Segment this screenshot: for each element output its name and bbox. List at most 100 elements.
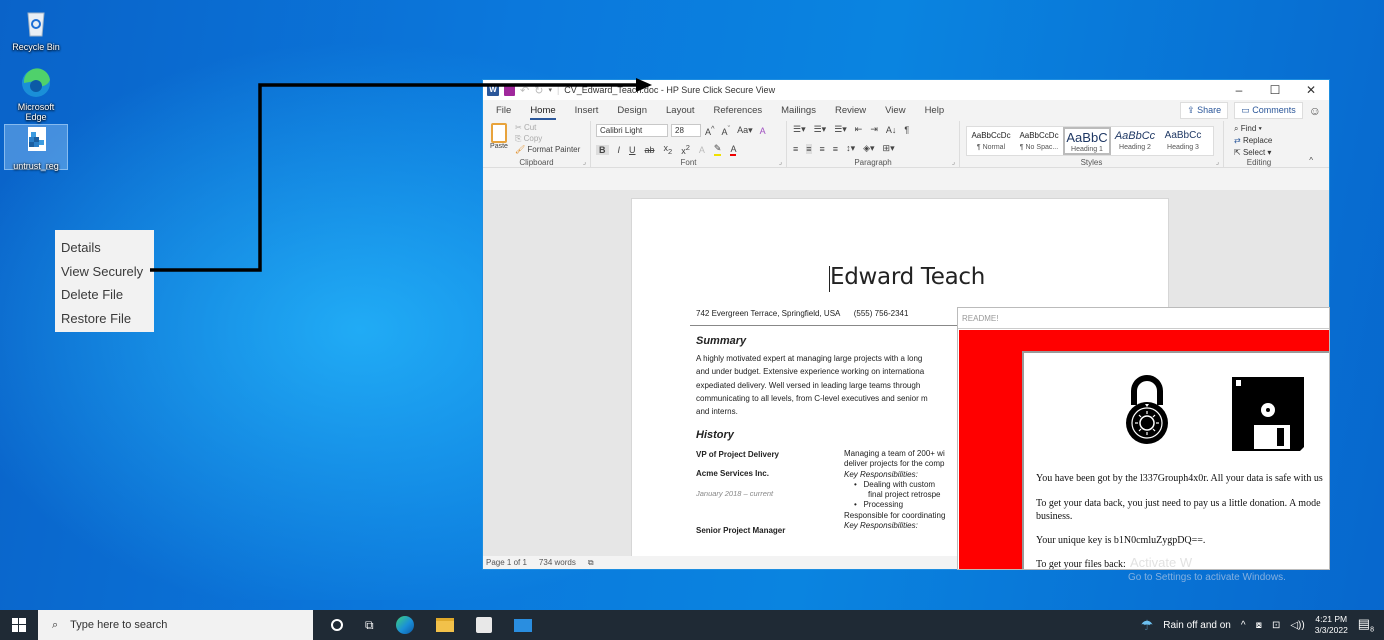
undo-icon[interactable]: ↶ bbox=[520, 84, 529, 97]
weather-umbrella-icon[interactable]: ☂ bbox=[1141, 617, 1154, 634]
tab-review[interactable]: Review bbox=[835, 105, 866, 116]
replace-button[interactable]: ⇄ Replace bbox=[1234, 135, 1272, 147]
document-name-heading: Edward Teach bbox=[830, 264, 986, 290]
close-button[interactable]: ✕ bbox=[1293, 83, 1329, 97]
style-no-spacing[interactable]: AaBbCcDc ¶ No Spac... bbox=[1015, 127, 1063, 155]
tab-help[interactable]: Help bbox=[925, 105, 945, 116]
network-icon[interactable]: ⊡ bbox=[1272, 620, 1280, 631]
desktop-icon-untrust-reg[interactable]: untrust_reg bbox=[4, 124, 68, 171]
share-button[interactable]: ⇪ Share bbox=[1180, 102, 1229, 119]
line-spacing-icon[interactable]: ↕▾ bbox=[846, 143, 855, 154]
ransom-red-frame: You have been got by the l337Grouph4x0r.… bbox=[959, 330, 1329, 569]
sort-icon[interactable]: A↓ bbox=[886, 125, 897, 135]
minimize-button[interactable]: – bbox=[1221, 83, 1257, 97]
format-painter-button[interactable]: 🖌 Format Painter bbox=[515, 144, 580, 155]
show-marks-icon[interactable]: ¶ bbox=[904, 125, 909, 135]
dialog-launcher-icon[interactable]: ⌟ bbox=[952, 158, 955, 166]
tab-references[interactable]: References bbox=[714, 105, 763, 116]
font-color-icon[interactable]: A bbox=[730, 144, 737, 156]
change-case-icon[interactable]: Aa▾ bbox=[737, 125, 753, 136]
taskbar-search-box[interactable]: ⌕ Type here to search bbox=[38, 610, 313, 640]
dialog-launcher-icon[interactable]: ⌟ bbox=[779, 158, 782, 166]
strikethrough-button[interactable]: ab bbox=[645, 145, 655, 155]
dialog-launcher-icon[interactable]: ⌟ bbox=[1216, 158, 1219, 166]
registry-file-icon bbox=[19, 125, 53, 159]
align-right-icon[interactable]: ≡ bbox=[820, 144, 825, 154]
style-heading-2[interactable]: AaBbCc Heading 2 bbox=[1111, 127, 1159, 155]
cortana-icon[interactable] bbox=[331, 619, 343, 631]
word-count[interactable]: 734 words bbox=[539, 558, 576, 567]
align-left-icon[interactable]: ≡ bbox=[793, 144, 798, 154]
task-view-icon[interactable]: ⧉ bbox=[365, 618, 374, 633]
start-button[interactable] bbox=[0, 618, 38, 632]
desktop-icon-recycle-bin[interactable]: Recycle Bin bbox=[4, 6, 68, 52]
paste-button[interactable]: Paste bbox=[488, 123, 510, 150]
multilevel-list-icon[interactable]: ☰▾ bbox=[834, 124, 847, 135]
feedback-smiley-icon[interactable]: ☺ bbox=[1309, 104, 1321, 118]
style-heading-3[interactable]: AaBbCc Heading 3 bbox=[1159, 127, 1207, 155]
weather-text[interactable]: Rain off and on bbox=[1163, 620, 1231, 631]
collapse-ribbon-icon[interactable]: ^ bbox=[1309, 156, 1313, 165]
menu-item-details[interactable]: Details bbox=[61, 236, 154, 260]
tab-file[interactable]: File bbox=[496, 105, 511, 116]
desktop-icon-edge[interactable]: Microsoft Edge bbox=[4, 66, 68, 122]
save-icon[interactable] bbox=[504, 84, 515, 96]
tab-view[interactable]: View bbox=[885, 105, 905, 116]
font-size-select[interactable]: 28 bbox=[671, 124, 701, 137]
highlight-icon[interactable]: ✎ bbox=[713, 143, 722, 156]
bullets-icon[interactable]: ☰▾ bbox=[793, 124, 806, 135]
dialog-launcher-icon[interactable]: ⌟ bbox=[583, 158, 586, 166]
italic-button[interactable]: I bbox=[618, 145, 621, 155]
comments-button[interactable]: ▭ Comments bbox=[1234, 102, 1303, 119]
justify-icon[interactable]: ≡ bbox=[833, 144, 838, 154]
style-normal[interactable]: AaBbCcDc ¶ Normal bbox=[967, 127, 1015, 155]
shading-icon[interactable]: ◈▾ bbox=[863, 143, 874, 154]
activation-watermark-title: Activate W bbox=[1130, 555, 1193, 570]
superscript-button[interactable]: x2 bbox=[681, 143, 690, 156]
file-explorer-icon[interactable] bbox=[435, 618, 454, 632]
tab-home[interactable]: Home bbox=[530, 105, 557, 120]
taskbar: ⌕ Type here to search ⧉ ☂ Rain off and o… bbox=[0, 610, 1384, 640]
meet-now-icon[interactable]: ⧇ bbox=[1256, 620, 1262, 631]
clock[interactable]: 4:21 PM 3/3/2022 bbox=[1315, 614, 1348, 636]
mail-icon[interactable] bbox=[513, 618, 532, 632]
increase-indent-icon[interactable]: ⇥ bbox=[870, 124, 878, 135]
copy-button[interactable]: ⎘ Copy bbox=[515, 133, 580, 144]
redo-icon[interactable]: ↻ bbox=[534, 84, 543, 97]
bold-button[interactable]: B bbox=[596, 144, 609, 155]
show-hidden-icons-chevron-icon[interactable]: ^ bbox=[1241, 620, 1246, 631]
tab-design[interactable]: Design bbox=[617, 105, 647, 116]
menu-item-view-securely[interactable]: View Securely bbox=[61, 260, 154, 284]
shrink-font-icon[interactable]: Aˇ bbox=[722, 124, 731, 137]
desktop-icon-label: Microsoft Edge bbox=[17, 102, 55, 122]
tab-insert[interactable]: Insert bbox=[575, 105, 599, 116]
find-button[interactable]: ⌕ Find ▾ bbox=[1234, 123, 1272, 135]
group-label: Font bbox=[680, 158, 697, 167]
menu-item-restore-file[interactable]: Restore File bbox=[61, 307, 154, 331]
align-center-icon[interactable]: ≡ bbox=[806, 143, 812, 154]
proofing-icon[interactable]: ⧉ bbox=[588, 558, 594, 568]
tab-mailings[interactable]: Mailings bbox=[781, 105, 816, 116]
volume-icon[interactable]: ◁)) bbox=[1290, 620, 1304, 631]
clear-formatting-icon[interactable]: A bbox=[760, 126, 766, 136]
menu-item-delete-file[interactable]: Delete File bbox=[61, 283, 154, 307]
cut-button[interactable]: ✂ Cut bbox=[515, 122, 580, 133]
grow-font-icon[interactable]: A^ bbox=[705, 124, 715, 137]
subscript-button[interactable]: x2 bbox=[664, 143, 673, 156]
borders-icon[interactable]: ⊞▾ bbox=[883, 143, 895, 154]
maximize-button[interactable]: ☐ bbox=[1257, 83, 1293, 97]
cursor-icon: ⇱ bbox=[1234, 148, 1243, 157]
notifications-icon[interactable]: ▤8 bbox=[1358, 616, 1374, 634]
edge-taskbar-icon[interactable] bbox=[395, 616, 414, 634]
underline-button[interactable]: U bbox=[629, 145, 636, 155]
customize-quick-access-icon[interactable]: ▾ bbox=[548, 86, 552, 94]
style-heading-1[interactable]: AaBbC Heading 1 bbox=[1063, 127, 1111, 155]
decrease-indent-icon[interactable]: ⇤ bbox=[855, 124, 863, 135]
microsoft-store-icon[interactable] bbox=[475, 617, 492, 633]
tab-layout[interactable]: Layout bbox=[666, 105, 695, 116]
page-count[interactable]: Page 1 of 1 bbox=[486, 558, 527, 567]
text-effects-icon[interactable]: A bbox=[699, 145, 705, 155]
font-name-select[interactable]: Calibri Light bbox=[596, 124, 668, 137]
numbering-icon[interactable]: ☰▾ bbox=[814, 124, 827, 135]
ribbon: Paste ✂ Cut ⎘ Copy 🖌 Format Painter Clip… bbox=[483, 121, 1329, 168]
